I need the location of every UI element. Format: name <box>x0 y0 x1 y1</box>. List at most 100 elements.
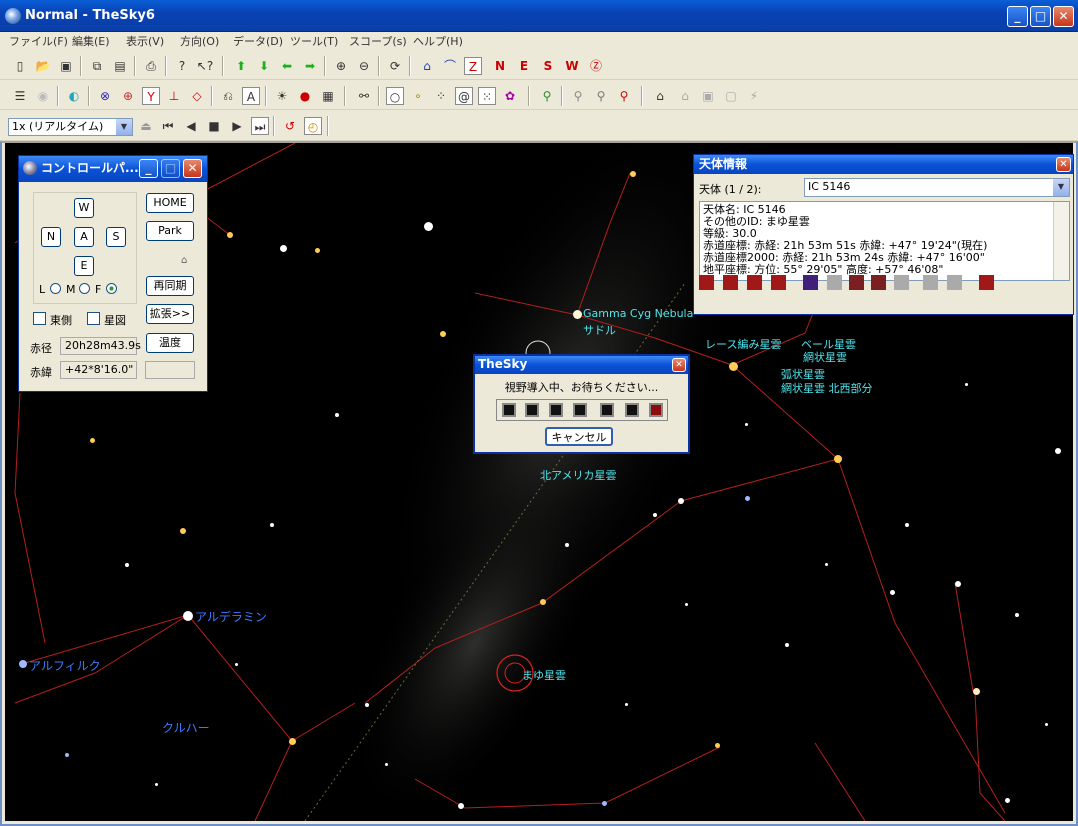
context-help-icon[interactable]: ↖? <box>196 57 214 75</box>
star[interactable] <box>65 753 69 757</box>
star[interactable] <box>973 688 980 695</box>
dome-open-icon[interactable]: ⌂ <box>676 87 694 105</box>
star-alderamin[interactable] <box>183 611 193 621</box>
star[interactable] <box>424 222 433 231</box>
star[interactable] <box>90 438 95 443</box>
nebula-icon[interactable]: ✿ <box>501 87 519 105</box>
chevron-down-icon[interactable]: ▼ <box>116 119 132 135</box>
paste-icon[interactable]: ▤ <box>111 57 129 75</box>
menu-file[interactable]: ファイル(F) <box>9 33 68 49</box>
star[interactable] <box>180 528 186 534</box>
constellation-lines-icon[interactable]: ⊥ <box>165 87 183 105</box>
zoom-out-icon[interactable]: ⊖ <box>355 57 373 75</box>
open-icon[interactable]: 📂 <box>34 57 52 75</box>
star[interactable] <box>905 523 909 527</box>
arrow-down-icon[interactable]: ⬇ <box>255 57 273 75</box>
details-scrollbar[interactable] <box>1053 202 1069 280</box>
scope-slew-icon[interactable]: ⚲ <box>592 87 610 105</box>
menu-tools[interactable]: ツール(T) <box>290 33 338 49</box>
info-tool-icon[interactable] <box>923 275 938 290</box>
control-panel-minimize[interactable]: _ <box>139 159 158 178</box>
info-tool-icon[interactable] <box>803 275 818 290</box>
control-panel-titlebar[interactable]: コントロールパ... _ □ ✕ <box>19 156 207 182</box>
play-icon[interactable]: ▶ <box>228 117 246 135</box>
star[interactable] <box>630 171 636 177</box>
control-panel-maximize[interactable]: □ <box>161 159 180 178</box>
info-tool-icon[interactable] <box>723 275 738 290</box>
camera-icon[interactable]: ⌂ <box>651 87 669 105</box>
dialog-close[interactable]: ✕ <box>672 358 686 372</box>
star[interactable] <box>125 563 129 567</box>
galaxy-icon[interactable]: @ <box>455 87 473 105</box>
star[interactable] <box>715 743 720 748</box>
arrow-up-icon[interactable]: ⬆ <box>232 57 250 75</box>
speed-m-radio[interactable] <box>79 283 90 294</box>
star[interactable] <box>625 703 628 706</box>
constellation-figure-icon[interactable]: Y <box>142 87 160 105</box>
star[interactable] <box>729 362 738 371</box>
cancel-button[interactable]: キャンセル <box>545 427 613 446</box>
expand-button[interactable]: 拡張>> <box>146 304 194 324</box>
copy-icon[interactable]: ⧉ <box>88 57 106 75</box>
info-tool-icon[interactable] <box>979 275 994 290</box>
chevron-down-icon[interactable]: ▼ <box>1053 179 1069 196</box>
open-cluster-icon[interactable]: ⁙ <box>478 87 496 105</box>
park-button[interactable]: Park <box>146 221 194 241</box>
scope-stop-icon[interactable]: ⚲ <box>615 87 633 105</box>
star[interactable] <box>540 599 546 605</box>
star[interactable] <box>745 423 748 426</box>
grid-globe-icon[interactable]: ⊗ <box>96 87 114 105</box>
time-rate-select[interactable]: 1x (リアルタイム) ▼ <box>8 118 133 136</box>
speed-f-radio[interactable] <box>106 283 117 294</box>
focuser-icon[interactable]: ▢ <box>722 87 740 105</box>
resync-button[interactable]: 再同期 <box>146 276 194 296</box>
cluster-icon[interactable]: ⁘ <box>432 87 450 105</box>
list-icon[interactable]: ☰ <box>11 87 29 105</box>
star[interactable] <box>289 738 296 745</box>
menu-scope[interactable]: スコープ(s) <box>349 33 407 49</box>
star[interactable] <box>315 248 320 253</box>
star[interactable] <box>335 413 339 417</box>
zenith-circle-icon[interactable]: Ⓩ <box>587 57 605 75</box>
speed-l-radio[interactable] <box>50 283 61 294</box>
star[interactable] <box>565 543 569 547</box>
menu-help[interactable]: ヘルプ(H) <box>413 33 463 49</box>
filter-icon[interactable]: ▦ <box>319 87 337 105</box>
control-panel-close[interactable]: ✕ <box>183 159 202 178</box>
maximize-button[interactable]: □ <box>1030 6 1051 27</box>
menu-edit[interactable]: 編集(E) <box>72 33 110 49</box>
star[interactable] <box>955 581 961 587</box>
info-tool-icon[interactable] <box>894 275 909 290</box>
east-icon[interactable]: E <box>515 57 533 75</box>
star[interactable] <box>825 563 828 566</box>
chart-checkbox[interactable] <box>87 312 100 325</box>
star[interactable] <box>1005 798 1010 803</box>
arrow-left-icon[interactable]: ⬅ <box>278 57 296 75</box>
star-alfirk[interactable] <box>19 660 27 668</box>
arrow-right-icon[interactable]: ➡ <box>301 57 319 75</box>
dialog-titlebar[interactable]: TheSky ✕ <box>475 356 688 374</box>
earth-icon[interactable]: ◐ <box>65 87 83 105</box>
rotator-icon[interactable]: ⚡ <box>745 87 763 105</box>
info-panel-titlebar[interactable]: 天体情報 ✕ <box>694 155 1073 174</box>
help-icon[interactable]: ? <box>173 57 191 75</box>
star[interactable] <box>965 383 968 386</box>
minimize-button[interactable]: _ <box>1007 6 1028 27</box>
menu-view[interactable]: 表示(V) <box>126 33 164 49</box>
dome-close-icon[interactable]: ▣ <box>699 87 717 105</box>
double-star-icon[interactable]: ∘ <box>409 87 427 105</box>
info-tool-icon[interactable] <box>699 275 714 290</box>
star[interactable] <box>890 590 895 595</box>
star-icon[interactable]: ○ <box>386 87 404 105</box>
object-details-box[interactable]: 天体名: IC 5146 その他のID: まゆ星雲 等級: 30.0 赤道座標:… <box>699 201 1070 281</box>
info-tool-icon[interactable] <box>827 275 842 290</box>
star[interactable] <box>1055 448 1061 454</box>
fast-forward-icon[interactable]: ⏭ <box>251 117 269 135</box>
north-button[interactable]: N <box>41 227 61 247</box>
temperature-button[interactable]: 温度 <box>146 333 194 353</box>
info-panel-close[interactable]: ✕ <box>1056 157 1071 172</box>
south-icon[interactable]: S <box>539 57 557 75</box>
telescope-icon[interactable]: ⚲ <box>538 87 556 105</box>
dome-icon[interactable]: ⌒ <box>441 57 459 75</box>
info-tool-icon[interactable] <box>947 275 962 290</box>
